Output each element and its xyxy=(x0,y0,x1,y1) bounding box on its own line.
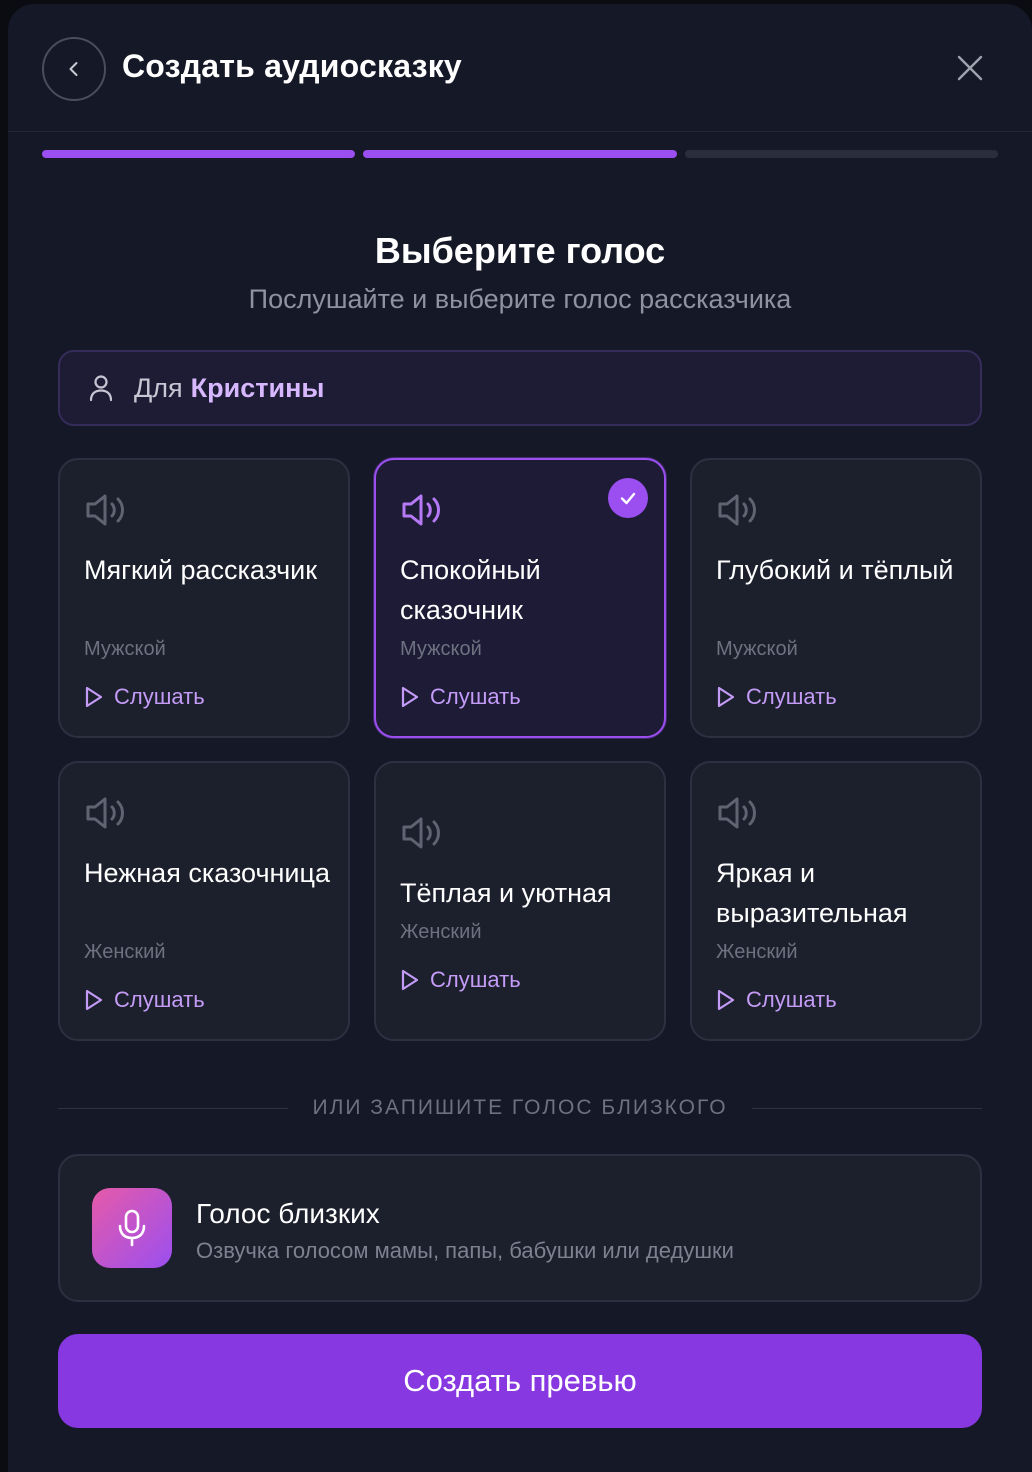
listen-button[interactable]: Слушать xyxy=(400,684,521,710)
listen-button[interactable]: Слушать xyxy=(84,684,205,710)
family-voice-title: Голос близких xyxy=(196,1198,380,1229)
selected-check-badge xyxy=(608,478,648,518)
recipient-prefix: Для xyxy=(134,372,183,403)
voice-gender: Женский xyxy=(84,941,166,963)
voice-name: Мягкий рассказчик xyxy=(84,555,318,585)
play-icon xyxy=(401,969,419,991)
play-icon xyxy=(85,686,103,708)
divider-text: ИЛИ ЗАПИШИТЕ ГОЛОС БЛИЗКОГО xyxy=(312,1096,728,1119)
voice-gender: Мужской xyxy=(400,638,482,660)
play-icon xyxy=(717,989,735,1011)
speaker-icon xyxy=(402,817,440,849)
voice-gender: Женский xyxy=(716,941,798,963)
voice-card-calm-storyteller[interactable]: Спокойный сказочник Мужской Слушать xyxy=(374,458,666,738)
modal-title: Создать аудиосказку xyxy=(122,48,462,84)
voice-gender: Женский xyxy=(400,921,482,943)
chevron-left-icon xyxy=(69,62,78,76)
voice-card-warm-cozy[interactable]: Тёплая и уютная Женский Слушать xyxy=(374,761,666,1041)
voice-name: Нежная сказочница xyxy=(84,858,330,888)
listen-label: Слушать xyxy=(746,684,837,709)
or-divider: ИЛИ ЗАПИШИТЕ ГОЛОС БЛИЗКОГО xyxy=(58,1088,982,1128)
voice-card-bright-expressive[interactable]: Яркая и выразительная Женский Слушать xyxy=(690,761,982,1041)
create-preview-button[interactable]: Создать превью xyxy=(58,1334,982,1428)
play-icon xyxy=(85,989,103,1011)
voice-card-soft-narrator[interactable]: Мягкий рассказчик Мужской Слушать xyxy=(58,458,350,738)
mic-badge xyxy=(92,1188,172,1268)
progress-step-2 xyxy=(363,150,677,158)
listen-button[interactable]: Слушать xyxy=(400,967,521,993)
close-button[interactable] xyxy=(952,50,988,86)
voice-gender: Мужской xyxy=(84,638,166,660)
listen-label: Слушать xyxy=(746,987,837,1012)
step-subtitle: Послушайте и выберите голос рассказчика xyxy=(248,284,792,314)
voice-name: Яркая и выразительная xyxy=(716,858,908,928)
speaker-icon xyxy=(86,797,124,829)
recipient-name: Кристины xyxy=(190,372,325,403)
step-title: Выберите голос xyxy=(374,230,666,271)
check-icon xyxy=(620,492,636,505)
listen-label: Слушать xyxy=(430,967,521,992)
listen-label: Слушать xyxy=(114,987,205,1012)
microphone-icon xyxy=(118,1209,146,1247)
play-icon xyxy=(401,686,419,708)
speaker-icon xyxy=(718,494,756,526)
progress-step-1 xyxy=(42,150,356,158)
divider-line xyxy=(751,1107,982,1109)
back-button[interactable] xyxy=(42,37,106,101)
speaker-icon xyxy=(86,494,124,526)
voice-gender: Мужской xyxy=(716,638,798,660)
voice-card-deep-warm[interactable]: Глубокий и тёплый Мужской Слушать xyxy=(690,458,982,738)
listen-label: Слушать xyxy=(114,684,205,709)
close-icon xyxy=(957,55,983,81)
play-icon xyxy=(717,686,735,708)
voice-card-gentle-storyteller[interactable]: Нежная сказочница Женский Слушать xyxy=(58,761,350,1041)
listen-button[interactable]: Слушать xyxy=(716,987,837,1013)
speaker-icon xyxy=(718,797,756,829)
speaker-icon xyxy=(402,494,440,526)
family-voice-card[interactable]: Голос близких Озвучка голосом мамы, папы… xyxy=(58,1154,982,1302)
family-voice-subtitle: Озвучка голосом мамы, папы, бабушки или … xyxy=(196,1238,734,1263)
voice-name: Спокойный сказочник xyxy=(400,555,541,625)
voice-name: Тёплая и уютная xyxy=(400,878,612,908)
voice-name: Глубокий и тёплый xyxy=(716,555,954,585)
user-icon xyxy=(89,375,113,402)
modal-header: Создать аудиосказку xyxy=(8,4,1032,132)
divider-line xyxy=(58,1107,289,1109)
step-progress xyxy=(42,150,998,158)
recipient-banner: Для Кристины xyxy=(58,350,982,426)
listen-label: Слушать xyxy=(430,684,521,709)
progress-step-3 xyxy=(684,150,998,158)
listen-button[interactable]: Слушать xyxy=(716,684,837,710)
listen-button[interactable]: Слушать xyxy=(84,987,205,1013)
create-audio-tale-modal: Создать аудиосказку Выберите голос Послу… xyxy=(8,4,1032,1472)
